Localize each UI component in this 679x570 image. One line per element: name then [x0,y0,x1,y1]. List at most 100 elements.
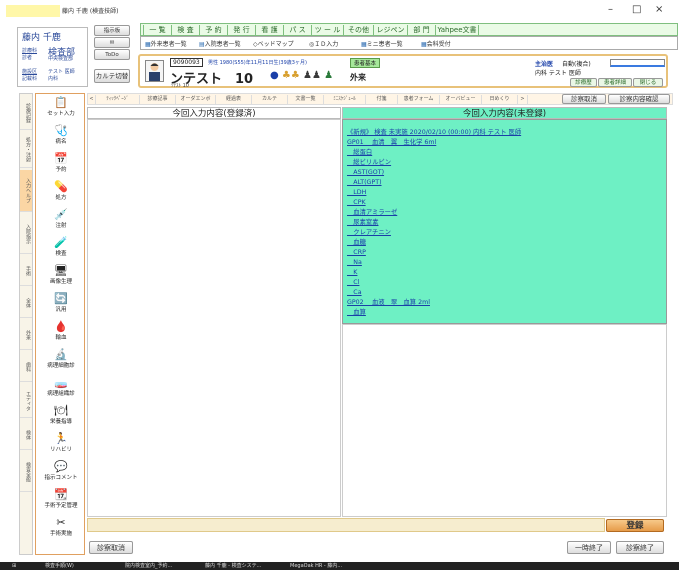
surgery-plan-button[interactable]: 📆 手術予定管理 [36,489,86,510]
cancel-exam-button[interactable]: 診察取消 [89,541,133,554]
close-patient-button[interactable]: 閉じる [633,78,663,87]
cancel-exam-top-button[interactable]: 診察取消 [562,94,606,104]
order-item[interactable]: K [347,267,357,276]
order-item[interactable]: CPK [347,197,365,206]
vtab-surgery[interactable]: 手術 [20,256,32,286]
vtab-rx[interactable]: 処方・注射 [20,132,32,168]
mail-button[interactable]: ✉ [94,37,130,48]
vtab-specimen[interactable]: 検体 [20,420,32,450]
tab-daily[interactable]: 日めくり [482,95,518,104]
todo-button[interactable]: ToDo [94,49,130,60]
history-button[interactable]: 診療歴 [570,78,597,87]
nutrition-button[interactable]: 🍽 栄養指導 [36,405,86,426]
tab-patient-form[interactable]: 患者フォーム [398,95,440,104]
registered-content-panel[interactable] [87,119,341,517]
menu-item-reserve[interactable]: 予 約 [199,25,227,35]
order-item[interactable]: 血糖 [347,237,366,246]
menu-item-regipen[interactable]: レジペン [373,25,407,35]
tab-prev-arrow[interactable]: < [88,95,96,104]
vtab-outpatient[interactable]: 外来 [20,320,32,350]
close-button[interactable]: × [655,4,663,15]
tab-tick-page[interactable]: ﾃｨｯｸﾍﾟｰｼﾞ [96,95,140,104]
outpatient-list-button[interactable]: ▦外来患者一覧 [145,39,187,48]
imaging-button[interactable]: 🖥 画像生理 [36,265,86,286]
tab-record[interactable]: 診療記事 [140,95,176,104]
register-button[interactable]: 登録 [606,519,664,532]
comment-button[interactable]: 💬 指示コメント [36,461,86,482]
menu-item-other[interactable]: その他 [343,25,373,35]
order-item[interactable]: 血算 [347,307,366,316]
confirm-exam-button[interactable]: 診察内容確認 [608,94,670,104]
histology-button[interactable]: 🧫 病理組織診 [36,377,86,398]
menu-item-dept[interactable]: 部 門 [407,25,435,35]
inpatient-list-button[interactable]: ▤入院患者一覧 [199,39,241,48]
menu-item-exam[interactable]: 検 査 [171,25,199,35]
patient-detail-button[interactable]: 患者詳細 [598,78,632,87]
vtab-editor[interactable]: エディタ [20,384,32,418]
card-switch-button[interactable]: カルテ切替 [94,69,130,83]
reserve-button[interactable]: 📅 予約 [36,153,86,174]
id-input-button[interactable]: ◎ＩＤ入力 [309,39,338,48]
exam-button[interactable]: 🧪 検査 [36,237,86,258]
vtab-help[interactable]: 入力ヘルプ [20,170,32,212]
taskbar-app[interactable]: MegaOak HR - 藤内... [290,562,342,570]
general-button[interactable]: 🔄 汎用 [36,293,86,314]
finish-exam-button[interactable]: 診察終了 [616,541,664,554]
taskbar-app[interactable]: 検査手順(W) [45,562,74,570]
unregistered-content-panel[interactable]: 《新規》 検査 未実施 2020/02/10 (00:00) 内科 テスト 医師… [342,119,667,324]
bedmap-button[interactable]: ◇ベッドマップ [253,39,294,48]
taskbar-app[interactable]: 藤内 千鹿 - 検査システ... [205,562,261,570]
cytology-button[interactable]: 🔬 病理細胞診 [36,349,86,370]
order-item[interactable]: AST(GOT) [347,167,384,176]
menu-item-nursing[interactable]: 看 護 [255,25,283,35]
tab-karte[interactable]: カルテ [252,95,288,104]
order-item[interactable]: CRP [347,247,366,256]
order-item[interactable]: Cl [347,277,359,286]
tab-next-arrow[interactable]: > [518,95,528,104]
dept-label[interactable]: 診療科 [22,47,37,54]
tab-progress[interactable]: 経過表 [216,95,252,104]
set-input-button[interactable]: 📋 セット入力 [36,97,86,118]
vtab-all[interactable]: 全体 [20,288,32,318]
patient-basic-badge[interactable]: 患者基本 [350,58,381,68]
order-group-gp01[interactable]: GP01 血清 翼 生化学 6ml [347,137,436,146]
disease-button[interactable]: 🩺 病名 [36,125,86,146]
doctor-select-field[interactable] [610,59,665,67]
rehab-button[interactable]: 🏃 リハビリ [36,433,86,454]
order-item[interactable]: Na [347,257,362,266]
vtab-inpatient[interactable]: 入院指示 [20,214,32,254]
reception-button[interactable]: ▦会科受付 [421,39,451,48]
vtab-record[interactable]: 診療記録 [20,96,32,130]
maximize-button[interactable]: □ [632,4,641,15]
vtab-exam-all[interactable]: 検査全般 [20,452,32,492]
facility-label[interactable]: 施設区 [22,68,37,75]
unregistered-empty-area[interactable] [342,324,667,517]
injection-button[interactable]: 💉 注射 [36,209,86,230]
order-item[interactable]: Ca [347,287,361,296]
vtab-dental[interactable]: 歯科 [20,352,32,382]
taskbar-app[interactable]: 院内検査室内_予約... [125,562,172,570]
menu-item-doc[interactable]: Yahpee文書 [435,25,479,35]
menu-item-path[interactable]: パ ス [283,25,311,35]
patient-status-icons[interactable]: ● ♣♣ ♟♟ ♟ [270,70,333,81]
order-item[interactable]: LDH [347,187,366,196]
tab-overview[interactable]: オーバビュー [440,95,482,104]
pause-button[interactable]: 一時終了 [567,541,611,554]
surgery-exec-button[interactable]: ✂ 手術実施 [36,517,86,538]
tab-documents[interactable]: 文書一覧 [288,95,324,104]
order-header-line[interactable]: 《新規》 検査 未実施 2020/02/10 (00:00) 内科 テスト 医師 [347,127,521,136]
order-item[interactable]: 尿素窒素 [347,217,378,226]
menu-item-tools[interactable]: ツ ー ル [311,25,343,35]
order-item[interactable]: ALT(GPT) [347,177,381,186]
tab-order-emb[interactable]: オーダエンボ [176,95,216,104]
tab-mini-schedule[interactable]: ﾐﾆｽｹｼﾞｭｰﾙ [324,95,366,104]
transfusion-button[interactable]: 🩸 輸血 [36,321,86,342]
order-group-gp02[interactable]: GP02 血液 翠 血算 2ml [347,297,430,306]
order-item[interactable]: クレアチニン [347,227,391,236]
order-item[interactable]: 総蛋白 [347,147,372,156]
tab-sticky[interactable]: 付箋 [366,95,398,104]
prescription-button[interactable]: 💊 処方 [36,181,86,202]
order-item[interactable]: 血清アミラーゼ [347,207,397,216]
indicate-button[interactable]: 指示板 [94,25,130,36]
menu-item-issue[interactable]: 発 行 [227,25,255,35]
